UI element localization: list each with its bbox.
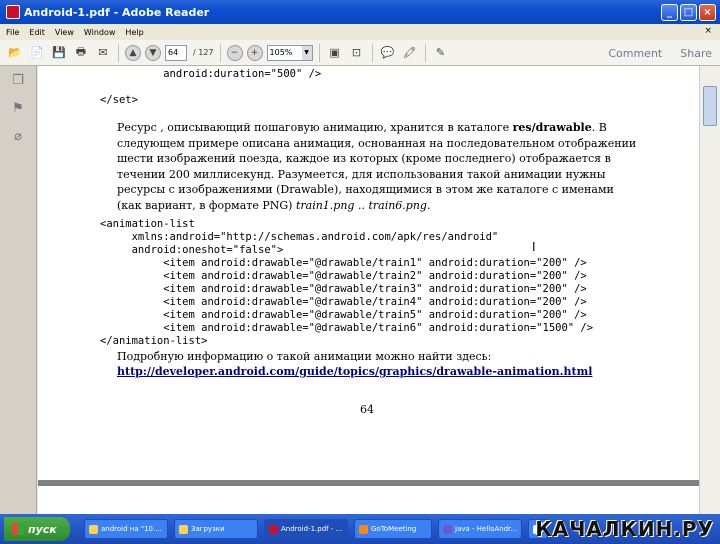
code-line: <item android:drawable="@drawable/train1… [100,257,587,269]
taskbar-item[interactable]: Java - HelloAndr... [438,519,522,539]
code-line: <item android:drawable="@drawable/train4… [100,296,587,308]
menu-file[interactable]: File [6,28,19,37]
pages-thumbnail-icon[interactable]: ❐ [11,74,25,88]
share-button[interactable]: Share [680,47,712,60]
taskbar-item-label: Java - HelloAndr... [455,525,518,533]
bookmarks-icon[interactable]: ⚑ [11,102,25,116]
fit-width-icon[interactable]: ⊡ [348,44,366,62]
taskbar-item-label: GoToMeeting [371,525,417,533]
taskbar-item-label: Android-1.pdf - ... [281,525,343,533]
document-viewport[interactable]: android:duration="500" /> </set> Ресурс … [38,66,699,514]
sign-icon[interactable]: ✎ [432,44,450,62]
toolbar-divider [424,43,426,62]
window-title: Android-1.pdf - Adobe Reader [24,5,210,19]
taskbar-item[interactable]: Android-1.pdf - ... [264,519,348,539]
page-number-input[interactable]: 64 [165,44,187,61]
create-pdf-icon[interactable]: 📄 [28,44,46,62]
close-button[interactable]: × [699,3,716,21]
open-icon[interactable]: 📂 [6,44,24,62]
start-button[interactable]: пуск [4,517,70,541]
navigation-panel: ❐ ⚑ ⌀ [0,66,37,514]
developer-link[interactable]: http://developer.android.com/guide/topic… [117,365,592,378]
menu-view[interactable]: View [55,28,74,37]
text-cursor-icon: I [532,240,536,254]
chevron-down-icon[interactable]: ▼ [301,45,312,60]
code-line: </animation-list> [100,335,208,347]
taskbar-item[interactable]: GoToMeeting [354,519,432,539]
taskbar-item-label: android на "10.... [101,525,162,533]
code-line: android:oneshot="false"> [100,244,284,256]
eclipse-icon [443,524,452,534]
toolbar-divider [219,43,221,62]
code-line: android:duration="500" /> [100,68,322,80]
zoom-select[interactable]: 105% ▼ [266,44,313,61]
attachments-paperclip-icon[interactable]: ⌀ [11,130,25,144]
code-line: <item android:drawable="@drawable/train5… [100,309,587,321]
next-page-icon[interactable]: ▼ [145,44,161,61]
scrollbar-thumb[interactable] [703,86,717,126]
folder-icon [89,524,98,534]
page-total: / 127 [193,48,214,57]
toolbar-divider [371,43,373,62]
print-icon[interactable]: 🖶 [72,44,90,62]
watermark-logo: КАЧАЛКИН.РУ [535,517,714,541]
next-pdf-page [38,486,699,514]
zoom-in-icon[interactable]: + [246,44,263,61]
taskbar-item[interactable]: Загрузки [174,519,258,539]
description-paragraph: Ресурс , описывающий пошаговую анимацию,… [117,121,637,212]
more-info-text: Подробную информацию о такой анимации мо… [117,350,492,363]
taskbar-item[interactable]: android на "10.... [84,519,168,539]
email-icon[interactable]: ✉ [94,44,112,62]
menu-help[interactable]: Help [125,28,143,37]
start-label: пуск [28,522,57,536]
menu-window[interactable]: Window [84,28,116,37]
toolbar-divider [318,43,320,62]
code-line: xmlns:android="http://schemas.android.co… [100,231,499,243]
code-line: <item android:drawable="@drawable/train2… [100,270,587,282]
folder-icon [179,524,188,534]
minimize-button[interactable]: _ [661,3,678,21]
toolbar-divider [118,43,119,62]
code-line: </set> [100,94,138,106]
page-number: 64 [360,403,374,416]
zoom-out-icon[interactable]: − [226,44,243,61]
document-close-icon[interactable]: × [704,26,712,36]
save-icon[interactable]: 💾 [50,44,68,62]
zoom-value: 105% [269,47,293,57]
pdf-page: android:duration="500" /> </set> Ресурс … [38,66,699,480]
menu-edit[interactable]: Edit [29,28,45,37]
maximize-button[interactable]: □ [680,3,697,21]
vertical-scrollbar[interactable] [699,66,720,514]
code-line: <item android:drawable="@drawable/train3… [100,283,587,295]
title-bar: Android-1.pdf - Adobe Reader _ □ × [0,0,720,24]
taskbar-item-label: Загрузки [191,525,225,533]
code-line: <animation-list [100,218,195,230]
previous-page-icon[interactable]: ▲ [125,44,141,61]
windows-flag-icon [12,523,24,535]
comment-button[interactable]: Comment [608,47,662,60]
code-line: <item android:drawable="@drawable/train6… [100,322,594,334]
fit-page-icon[interactable]: ▣ [326,44,344,62]
gotomeeting-icon [359,524,368,534]
highlight-icon[interactable]: 🖍 [401,44,419,62]
menu-bar: File Edit View Window Help × [0,24,720,40]
comment-bubble-icon[interactable]: 💬 [379,44,397,62]
adobe-reader-icon [269,524,278,534]
adobe-reader-icon [6,5,20,19]
toolbar: 📂 📄 💾 🖶 ✉ ▲ ▼ 64 / 127 − + 105% ▼ ▣ ⊡ 💬 … [0,40,720,66]
